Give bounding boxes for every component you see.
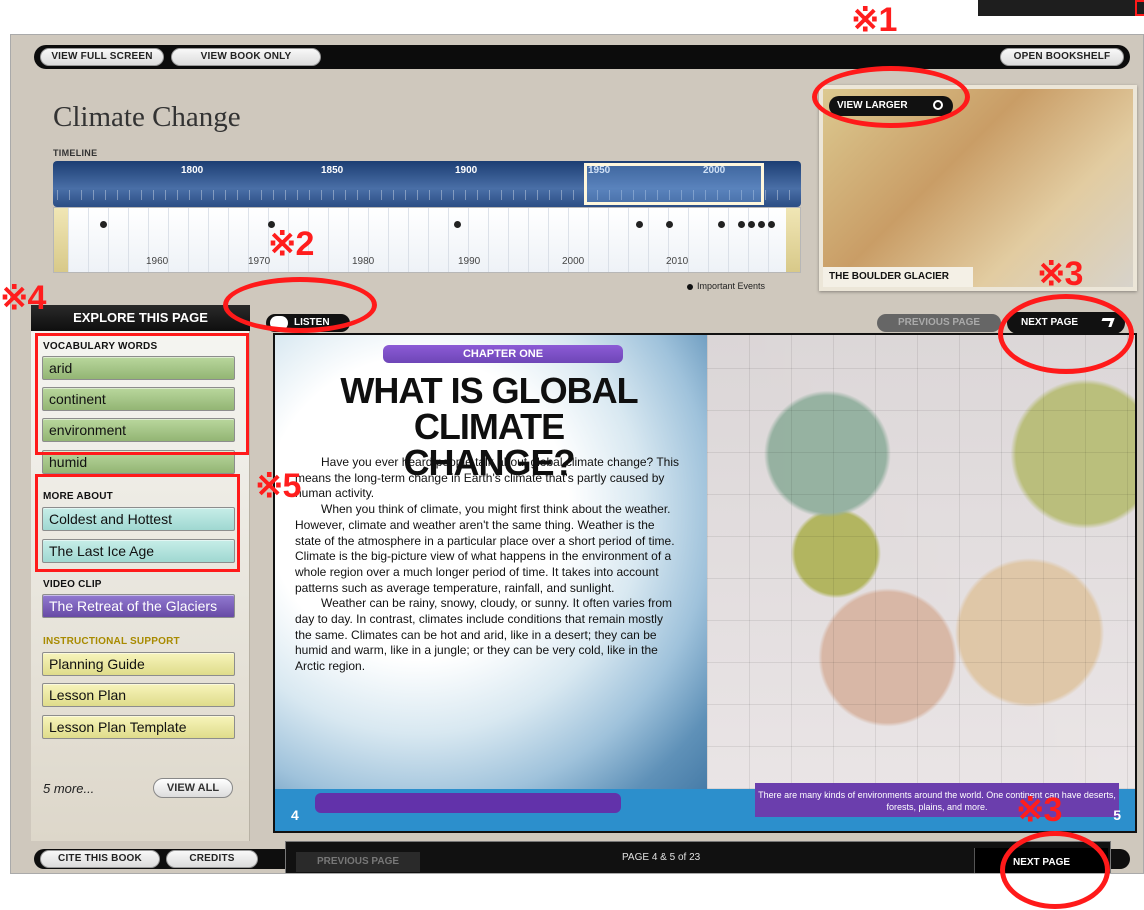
explore-heading: EXPLORE THIS PAGE [31, 305, 250, 331]
map-caption-box: There are many kinds of environments aro… [755, 783, 1119, 817]
view-full-screen-button[interactable]: VIEW FULL SCREEN [40, 48, 164, 66]
top-right-corner-fragment [978, 0, 1144, 16]
map-caption: THE BOULDER GLACIER [823, 267, 973, 287]
right-page: There are many kinds of environments aro… [707, 335, 1135, 831]
timeline-overview[interactable]: 1800 1850 1900 1950 2000 [53, 161, 801, 207]
timeline-decade: 2000 [562, 256, 585, 267]
highlight-listen [223, 277, 377, 333]
book-spread: CHAPTER ONE WHAT IS GLOBAL CLIMATE CHANG… [273, 333, 1137, 833]
timeline-event-dot[interactable] [454, 221, 461, 228]
cite-this-book-button[interactable]: CITE THIS BOOK [40, 850, 160, 868]
timeline-event-dot[interactable] [718, 221, 725, 228]
left-footer-band [315, 793, 621, 813]
timeline-event-dot[interactable] [666, 221, 673, 228]
chapter-label: CHAPTER ONE [383, 345, 623, 363]
highlight-view-larger [812, 66, 970, 128]
previous-page-top-button[interactable]: PREVIOUS PAGE [877, 314, 1001, 332]
timeline-event-dot[interactable] [100, 221, 107, 228]
timeline-detail[interactable]: 1960 1970 1980 1990 2000 2010 [53, 207, 801, 273]
timeline-right-handle[interactable] [786, 208, 800, 272]
body-paragraph: Have you ever heard people talk about gl… [295, 455, 680, 501]
lesson-plan-button[interactable]: Lesson Plan [42, 683, 235, 707]
view-book-only-button[interactable]: VIEW BOOK ONLY [171, 48, 321, 66]
timeline-decade: 2010 [666, 256, 689, 267]
legend-text: Important Events [697, 281, 766, 291]
annotation-3-bottom: ※3 [1016, 791, 1062, 829]
page-navigation-bar: PREVIOUS PAGE PAGE 4 & 5 of 23 NEXT PAGE [285, 841, 1111, 873]
highlight-next-page-top [998, 294, 1134, 374]
page-title: Climate Change [53, 101, 241, 133]
timeline-event-dot[interactable] [636, 221, 643, 228]
body-paragraph: Weather can be rainy, snowy, cloudy, or … [295, 596, 673, 674]
chapter-title-line-1: WHAT IS GLOBAL [340, 370, 638, 411]
video-clip-glaciers[interactable]: The Retreat of the Glaciers [42, 594, 235, 618]
more-items-text: 5 more... [43, 781, 95, 796]
timeline-decade: 1960 [146, 256, 169, 267]
highlight-more-about-group [35, 474, 240, 572]
timeline-left-handle[interactable] [54, 208, 68, 272]
timeline-label: TIMELINE [53, 148, 98, 158]
red-corner-marker [1135, 0, 1144, 16]
timeline-year: 1850 [321, 165, 344, 176]
timeline-event-dot[interactable] [738, 221, 745, 228]
top-toolbar: VIEW FULL SCREEN VIEW BOOK ONLY OPEN BOO… [34, 45, 1130, 69]
timeline-selection-window[interactable] [584, 163, 764, 205]
left-page-number: 4 [291, 807, 299, 823]
annotation-5: ※5 [255, 467, 301, 505]
lesson-plan-template-button[interactable]: Lesson Plan Template [42, 715, 235, 739]
highlight-vocabulary-group [35, 333, 249, 455]
timeline-event-dot[interactable] [758, 221, 765, 228]
annotation-4: ※4 [0, 279, 46, 317]
timeline-decade: 1970 [248, 256, 271, 267]
video-clip-heading: VIDEO CLIP [43, 579, 102, 590]
chapter-body: Have you ever heard people talk about gl… [295, 455, 681, 675]
page-indicator: PAGE 4 & 5 of 23 [622, 852, 701, 863]
annotation-1: ※1 [851, 1, 897, 39]
right-page-number: 5 [1113, 807, 1121, 823]
map-grid [707, 335, 1135, 831]
open-bookshelf-button[interactable]: OPEN BOOKSHELF [1000, 48, 1124, 66]
instructional-support-heading: INSTRUCTIONAL SUPPORT [43, 636, 180, 647]
timeline-event-dot[interactable] [768, 221, 775, 228]
highlight-next-page-bottom [1000, 831, 1110, 909]
annotation-3-top: ※3 [1037, 255, 1083, 293]
timeline-event-dot[interactable] [748, 221, 755, 228]
important-events-legend: Important Events [687, 281, 765, 291]
left-page: CHAPTER ONE WHAT IS GLOBAL CLIMATE CHANG… [275, 335, 707, 831]
timeline-decade: 1980 [352, 256, 375, 267]
legend-dot [687, 283, 693, 290]
annotation-2: ※2 [268, 225, 314, 263]
previous-page-button[interactable]: PREVIOUS PAGE [296, 852, 420, 872]
view-all-button[interactable]: VIEW ALL [153, 778, 233, 798]
timeline-year: 1800 [181, 165, 204, 176]
credits-button[interactable]: CREDITS [166, 850, 258, 868]
timeline-year: 1900 [455, 165, 478, 176]
body-paragraph: When you think of climate, you might fir… [295, 502, 675, 595]
timeline-decade: 1990 [458, 256, 481, 267]
planning-guide-button[interactable]: Planning Guide [42, 652, 235, 676]
